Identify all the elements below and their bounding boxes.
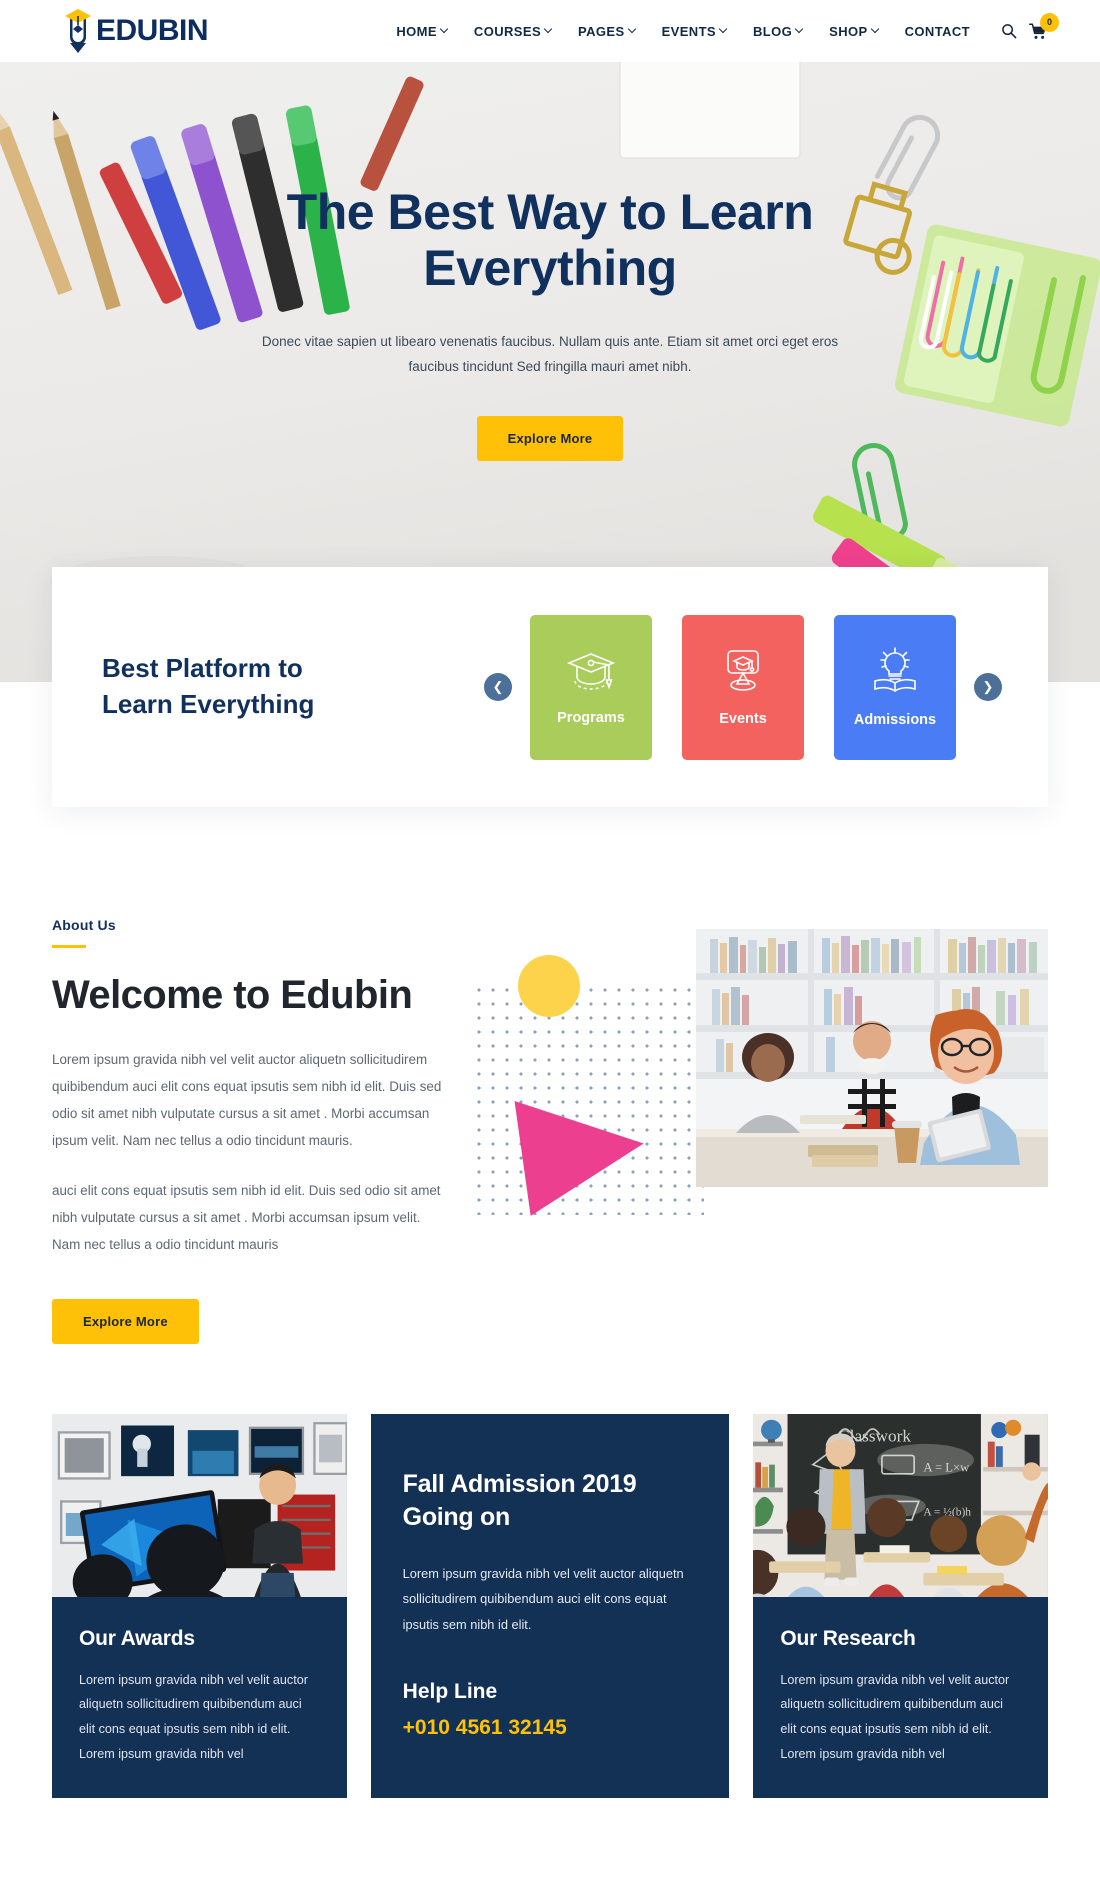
- fall-admission-text: Lorem ipsum gravida nibh vel velit aucto…: [402, 1565, 684, 1633]
- nav-label: EVENTS: [661, 23, 716, 39]
- yellow-circle-decoration: [518, 955, 580, 1017]
- main-navigation: HOME COURSES PAGES EVENTS BLOG SHOP CONT…: [383, 12, 1059, 40]
- research-card-heading: Our Research: [780, 1626, 916, 1650]
- search-icon[interactable]: [1001, 23, 1017, 39]
- chevron-right-icon[interactable]: ❯: [974, 673, 1002, 701]
- platform-carousel: ❮ Programs Events Admissions ❯: [484, 614, 1002, 760]
- platform-card-label: Programs: [557, 709, 625, 726]
- help-line-label: Help Line: [402, 1679, 498, 1703]
- nav-label: COURSES: [473, 23, 542, 39]
- chevron-down-icon: [441, 26, 448, 33]
- awards-card[interactable]: Our Awards Lorem ipsum gravida nibh vel …: [52, 1413, 347, 1799]
- awards-card-heading: Our Awards: [79, 1626, 195, 1650]
- about-paragraph-1: Lorem ipsum gravida nibh vel velit aucto…: [52, 1052, 442, 1148]
- nav-item-courses[interactable]: COURSES: [461, 24, 565, 39]
- chevron-down-icon: [545, 26, 552, 33]
- page-root: EDUBIN HOME COURSES PAGES EVENTS BLOG SH…: [0, 0, 1100, 1799]
- about-text-column: About Us Welcome to Edubin Lorem ipsum g…: [52, 915, 444, 1344]
- chevron-down-icon: [720, 26, 727, 33]
- platform-title: Best Platform to Learn Everything: [102, 653, 315, 719]
- fall-admission-heading: Fall Admission 2019 Going on: [402, 1469, 637, 1532]
- awards-card-text: Lorem ipsum gravida nibh vel velit aucto…: [79, 1672, 308, 1761]
- platform-panel: Best Platform to Learn Everything ❮ Prog…: [52, 567, 1048, 807]
- nav-item-blog[interactable]: BLOG: [740, 24, 816, 39]
- about-visual-column: [472, 915, 1048, 1344]
- nav-label: CONTACT: [904, 23, 970, 39]
- help-line-phone[interactable]: +010 4561 32145: [403, 1716, 698, 1740]
- hero-subtitle: Donec vitae sapien ut libearo venenatis …: [261, 334, 839, 374]
- platform-card-list: Programs Events Admissions: [530, 614, 956, 760]
- platform-card-programs[interactable]: Programs: [530, 614, 652, 760]
- awards-card-body: Our Awards Lorem ipsum gravida nibh vel …: [52, 1596, 347, 1799]
- nav-label: HOME: [396, 23, 437, 39]
- cart-icon[interactable]: 0: [1029, 12, 1059, 40]
- cart-count-badge: 0: [1040, 12, 1059, 32]
- hero-content: The Best Way to Learn Everything Donec v…: [0, 62, 1100, 461]
- nav-item-shop[interactable]: SHOP: [816, 24, 891, 39]
- hero-explore-more-button[interactable]: Explore More: [476, 415, 624, 461]
- nav-label: SHOP: [829, 23, 868, 39]
- header-icon-group: 0: [1001, 12, 1059, 40]
- about-heading: Welcome to Edubin: [52, 973, 413, 1017]
- nav-label: BLOG: [753, 23, 793, 39]
- research-card[interactable]: Classwork A = L×w A = ½(b)h: [753, 1413, 1049, 1799]
- nav-item-pages[interactable]: PAGES: [565, 24, 649, 39]
- about-eyebrow-underline: [52, 945, 86, 948]
- pink-triangle-decoration: [514, 1084, 652, 1216]
- platform-card-events[interactable]: Events: [682, 614, 804, 760]
- chevron-down-icon: [872, 26, 879, 33]
- hero-title-line1: The Best Way to Learn: [286, 184, 814, 240]
- research-card-body: Our Research Lorem ipsum gravida nibh ve…: [753, 1596, 1049, 1799]
- about-section: About Us Welcome to Edubin Lorem ipsum g…: [0, 807, 1100, 1414]
- chevron-down-icon: [629, 26, 636, 33]
- nav-item-home[interactable]: HOME: [383, 24, 461, 39]
- site-logo[interactable]: EDUBIN: [58, 8, 209, 54]
- awards-card-image: [52, 1413, 347, 1597]
- graduation-shield-icon: [58, 8, 98, 54]
- nav-label: PAGES: [578, 23, 625, 39]
- fall-admission-card[interactable]: Fall Admission 2019 Going on Lorem ipsum…: [370, 1413, 730, 1799]
- about-explore-more-button[interactable]: Explore More: [52, 1298, 199, 1344]
- chevron-left-icon[interactable]: ❮: [484, 673, 512, 701]
- platform-card-label: Admissions: [853, 711, 937, 728]
- chevron-down-icon: [796, 26, 803, 33]
- about-eyebrow: About Us: [52, 917, 116, 933]
- hero-title: The Best Way to Learn Everything: [190, 184, 910, 296]
- graduation-cap-icon: [566, 649, 616, 698]
- event-pin-icon: [719, 648, 767, 699]
- platform-card-label: Events: [719, 710, 767, 727]
- research-card-image: Classwork A = L×w A = ½(b)h: [753, 1413, 1049, 1597]
- research-card-text: Lorem ipsum gravida nibh vel velit aucto…: [780, 1672, 1010, 1761]
- nav-item-events[interactable]: EVENTS: [649, 24, 740, 39]
- site-header: EDUBIN HOME COURSES PAGES EVENTS BLOG SH…: [0, 0, 1100, 62]
- logo-wordmark: EDUBIN: [96, 14, 209, 47]
- about-photo: [696, 929, 1048, 1187]
- nav-item-contact[interactable]: CONTACT: [892, 24, 983, 39]
- bottom-cards-section: Our Awards Lorem ipsum gravida nibh vel …: [0, 1413, 1100, 1799]
- about-paragraph-2: auci elit cons equat ipsutis sem nibh id…: [52, 1183, 441, 1253]
- hero-title-line2: Everything: [423, 240, 677, 296]
- lightbulb-book-icon: [869, 646, 921, 700]
- platform-card-admissions[interactable]: Admissions: [834, 614, 956, 760]
